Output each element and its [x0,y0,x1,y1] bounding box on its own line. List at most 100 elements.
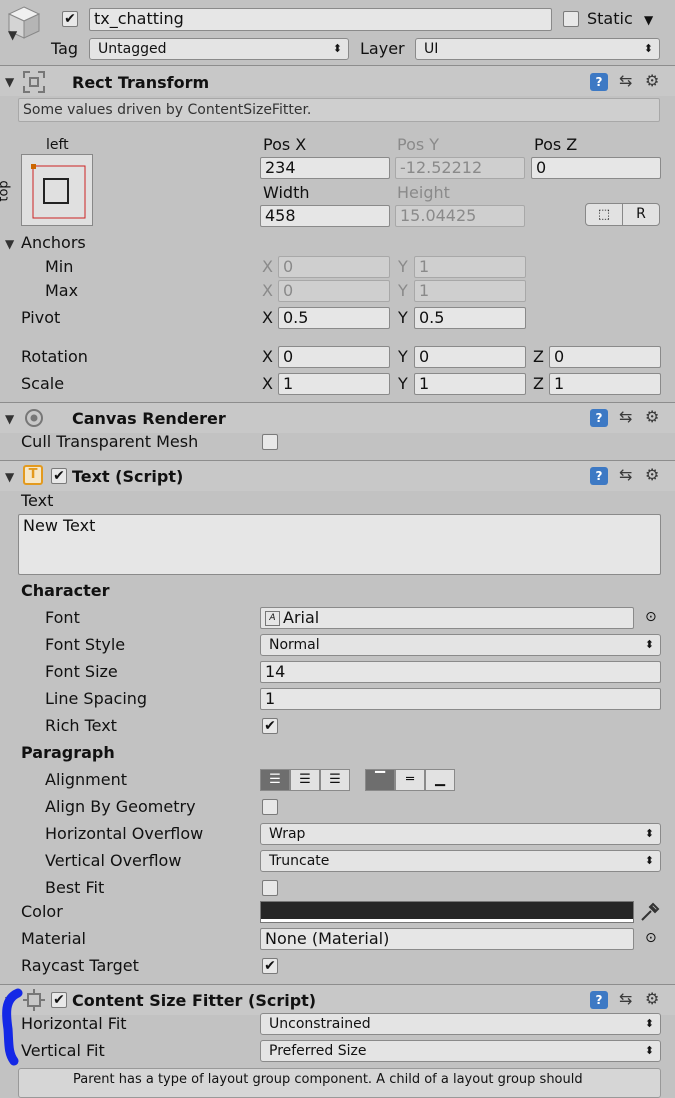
help-icon[interactable]: ? [590,467,608,485]
align-center-icon[interactable]: ☰ [290,769,320,791]
pivot-y-axis: Y [398,308,408,327]
min-label: Min [45,257,74,276]
layer-label: Layer [360,39,405,58]
horizontal-fit-dropdown[interactable]: Unconstrained ⬍ [260,1013,661,1035]
preset-icon[interactable]: ⇆ [619,407,632,426]
gear-icon[interactable]: ⚙ [645,465,659,484]
font-field[interactable]: A Arial [260,607,634,629]
help-icon[interactable]: ? [590,991,608,1009]
scale-z-input[interactable]: 1 [549,373,661,395]
tag-dropdown[interactable]: Untagged ⬍ [89,38,349,60]
max-y-input: 1 [414,280,526,302]
scale-x-input[interactable]: 1 [278,373,390,395]
help-icon[interactable]: ? [590,409,608,427]
horizontal-overflow-dropdown[interactable]: Wrap ⬍ [260,823,661,845]
align-left-icon[interactable]: ☰ [260,769,290,791]
rotation-y-axis: Y [398,347,408,366]
raycast-target-label: Raycast Target [21,956,139,975]
raycast-target-checkbox[interactable]: ✔ [262,958,278,974]
rotation-x-input[interactable]: 0 [278,346,390,368]
rotation-y-input[interactable]: 0 [414,346,526,368]
foldout-icon[interactable]: ▼ [5,75,14,89]
cull-label: Cull Transparent Mesh [21,432,199,451]
font-size-label: Font Size [45,662,118,681]
tag-value: Untagged [98,41,167,57]
chevron-updown-icon: ⬍ [644,1044,654,1057]
raw-edit-button[interactable]: R [622,203,660,226]
line-spacing-input[interactable]: 1 [260,688,661,710]
static-label: Static [587,9,633,28]
preset-icon[interactable]: ⇆ [619,989,632,1008]
preset-icon[interactable]: ⇆ [619,71,632,90]
height-label: Height [397,183,450,202]
notice-box: Some values driven by ContentSizeFitter. [18,98,660,122]
chevron-updown-icon: ⬍ [643,42,653,55]
cull-checkbox[interactable] [262,434,278,450]
scale-y-input[interactable]: 1 [414,373,526,395]
pivot-y-input[interactable]: 0.5 [414,307,526,329]
vertical-fit-dropdown[interactable]: Preferred Size ⬍ [260,1040,661,1062]
gear-icon[interactable]: ⚙ [645,71,659,90]
align-right-icon[interactable]: ☰ [320,769,350,791]
object-picker-icon[interactable]: ⊙ [645,930,657,946]
pos-x-input[interactable]: 234 [260,157,390,179]
anchors-foldout-icon[interactable]: ▼ [5,237,14,251]
scale-label: Scale [21,374,65,393]
align-bottom-icon[interactable]: ▁ [425,769,455,791]
pos-z-label: Pos Z [534,135,578,154]
gear-icon[interactable]: ⚙ [645,989,659,1008]
text-area[interactable]: New Text [18,514,661,575]
text-enabled-checkbox[interactable]: ✔ [51,468,67,484]
object-name-input[interactable]: tx_chatting [89,8,552,31]
chevron-updown-icon: ⬍ [644,1017,654,1030]
vertical-overflow-dropdown[interactable]: Truncate ⬍ [260,850,661,872]
line-spacing-label: Line Spacing [45,689,148,708]
layer-dropdown[interactable]: UI ⬍ [415,38,660,60]
align-middle-icon[interactable]: ═ [395,769,425,791]
static-checkbox[interactable] [563,11,579,27]
material-field[interactable]: None (Material) [260,928,634,950]
tag-label: Tag [51,39,79,58]
eyedropper-icon[interactable] [638,900,662,924]
min-y-axis: Y [398,257,408,276]
component-title: Text (Script) [72,467,184,486]
pivot-x-input[interactable]: 0.5 [278,307,390,329]
max-x-input: 0 [278,280,390,302]
help-icon[interactable]: ? [590,73,608,91]
preset-icon[interactable]: ⇆ [619,465,632,484]
rotation-x-axis: X [262,347,273,366]
foldout-icon[interactable]: ▼ [5,412,14,426]
align-top-icon[interactable]: ▔ [365,769,395,791]
color-swatch[interactable] [260,901,634,923]
width-input[interactable]: 458 [260,205,390,227]
rotation-z-input[interactable]: 0 [549,346,661,368]
best-fit-checkbox[interactable] [262,880,278,896]
foldout-icon[interactable]: ▼ [5,470,14,484]
anchors-label: Anchors [21,233,86,252]
active-checkbox[interactable]: ✔ [62,11,78,27]
gear-icon[interactable]: ⚙ [645,407,659,426]
pos-z-input[interactable]: 0 [531,157,661,179]
font-size-input[interactable]: 14 [260,661,661,683]
static-dropdown-icon[interactable]: ▼ [644,13,653,27]
horizontal-alignment-group: ☰ ☰ ☰ [260,769,350,791]
font-label: Font [45,608,80,627]
chevron-updown-icon: ⬍ [644,854,654,867]
rich-text-checkbox[interactable]: ✔ [262,718,278,734]
font-style-dropdown[interactable]: Normal ⬍ [260,634,661,656]
rich-text-label: Rich Text [45,716,117,735]
rotation-z-axis: Z [533,347,544,366]
object-picker-icon[interactable]: ⊙ [645,609,657,625]
pos-x-label: Pos X [263,135,307,154]
fitter-enabled-checkbox[interactable]: ✔ [51,992,67,1008]
align-by-geometry-checkbox[interactable] [262,799,278,815]
paragraph-heading: Paragraph [21,743,115,762]
horizontal-overflow-value: Wrap [269,826,306,842]
material-label: Material [21,929,86,948]
cube-dropdown-icon[interactable]: ▼ [8,28,17,42]
blueprint-mode-button[interactable]: ⬚ [585,203,623,226]
anchor-presets-button[interactable] [21,154,93,226]
rect-transform-icon [22,70,46,94]
scale-x-axis: X [262,374,273,393]
rotation-label: Rotation [21,347,88,366]
